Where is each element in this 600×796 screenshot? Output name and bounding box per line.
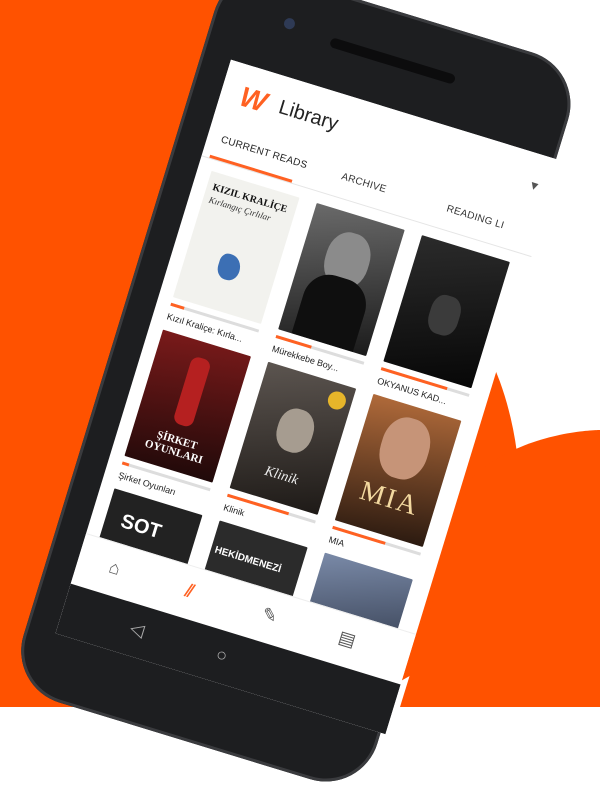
cover-text: Klinik [262, 463, 300, 489]
book-item[interactable]: MIA MIA [328, 393, 462, 571]
cover-figure [424, 291, 465, 339]
page-title: Library [276, 96, 341, 136]
cover-figure [271, 404, 319, 457]
write-icon[interactable]: ✎ [259, 603, 280, 627]
book-cover[interactable] [383, 235, 510, 389]
chevron-down-icon[interactable]: ▼ [527, 177, 542, 194]
progress-bar [170, 302, 185, 310]
tab-archive[interactable]: ARCHIVE [340, 171, 388, 195]
library-icon[interactable]: ⫽ [183, 580, 197, 602]
cover-text: HEKİDMENEZİ [213, 544, 283, 576]
book-cover[interactable]: KIZIL KRALİÇE Kırlangıç Çırlılar [172, 170, 300, 324]
tab-reading-list[interactable]: READING LI [445, 203, 505, 231]
back-icon[interactable]: ◁ [127, 618, 147, 642]
progress-bar [121, 461, 130, 467]
cover-text: ŞİRKET OYUNLARI [143, 428, 205, 467]
home-circle-icon[interactable]: ○ [213, 644, 230, 667]
cover-text: SOT [118, 510, 164, 544]
badge-icon [325, 389, 349, 412]
cover-figure [372, 411, 437, 486]
cover-text: MIA [356, 475, 423, 523]
wattpad-logo: W [236, 80, 271, 119]
book-cover[interactable]: MIA [334, 393, 462, 548]
chat-icon[interactable]: ▤ [336, 627, 358, 652]
flower-illustration [214, 251, 244, 283]
cover-figure [172, 355, 212, 429]
book-cover[interactable]: Klinik [229, 361, 357, 515]
speaker-grille [328, 37, 457, 85]
book-item[interactable]: OKYANUS KAD... [376, 235, 510, 412]
camera-icon [282, 16, 297, 31]
book-cover[interactable] [278, 202, 405, 357]
book-cover[interactable]: ŞİRKET OYUNLARI [124, 329, 252, 483]
home-icon[interactable]: ⌂ [106, 557, 123, 580]
